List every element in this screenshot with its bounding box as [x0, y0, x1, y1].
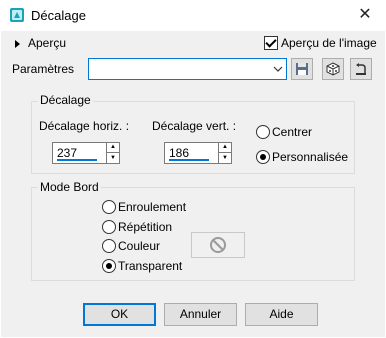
transparent-radio[interactable]: [102, 259, 116, 273]
color-radio[interactable]: [102, 239, 116, 253]
center-radio-label[interactable]: Centrer: [272, 125, 312, 139]
spin-down-icon[interactable]: ▼: [219, 153, 231, 163]
vert-offset-label: Décalage vert. :: [152, 119, 237, 133]
repeat-radio[interactable]: [102, 220, 116, 234]
spin-up-icon[interactable]: ▲: [219, 143, 231, 153]
expand-triangle-icon[interactable]: [15, 40, 20, 48]
offset-group-title: Décalage: [38, 93, 93, 107]
dice-icon: [326, 62, 340, 76]
title-bar[interactable]: Décalage ✕: [0, 0, 386, 31]
custom-radio-label[interactable]: Personnalisée: [272, 150, 348, 164]
save-preset-button[interactable]: [291, 58, 313, 80]
custom-radio[interactable]: [256, 150, 270, 164]
wrap-radio-label[interactable]: Enroulement: [118, 200, 186, 214]
params-combobox[interactable]: [88, 58, 287, 80]
window-title: Décalage: [31, 8, 86, 23]
vert-offset-spinner[interactable]: 186 ▲ ▼: [164, 142, 232, 164]
wrap-radio[interactable]: [102, 200, 116, 214]
ok-button[interactable]: OK: [83, 303, 156, 326]
help-button[interactable]: Aide: [245, 303, 318, 326]
show-image-label[interactable]: Aperçu de l'image: [281, 36, 377, 50]
app-icon: [9, 7, 25, 23]
prohibited-icon: [210, 237, 226, 253]
reset-button[interactable]: [350, 58, 372, 80]
horiz-offset-value[interactable]: 237: [57, 146, 77, 160]
spin-up-icon[interactable]: ▲: [107, 143, 119, 153]
vert-offset-slider-bar[interactable]: [169, 159, 209, 161]
color-swatch[interactable]: [191, 232, 245, 258]
preview-toggle-label[interactable]: Aperçu: [28, 36, 66, 50]
show-image-checkbox[interactable]: [264, 36, 278, 50]
close-icon[interactable]: ✕: [350, 4, 380, 26]
horiz-offset-spinner[interactable]: 237 ▲ ▼: [52, 142, 120, 164]
spin-down-icon[interactable]: ▼: [107, 153, 119, 163]
params-label: Paramètres: [12, 62, 75, 76]
edge-mode-group-title: Mode Bord: [38, 180, 101, 194]
vert-offset-value[interactable]: 186: [169, 146, 189, 160]
repeat-radio-label[interactable]: Répétition: [118, 220, 172, 234]
randomize-button[interactable]: [322, 58, 344, 80]
horiz-offset-label: Décalage horiz. :: [39, 119, 130, 133]
horiz-offset-slider-bar[interactable]: [57, 159, 97, 161]
cancel-button[interactable]: Annuler: [164, 303, 237, 326]
undo-arrow-icon: [356, 63, 366, 75]
color-radio-label[interactable]: Couleur: [118, 239, 160, 253]
save-icon: [296, 63, 308, 75]
chevron-down-icon[interactable]: [270, 59, 286, 79]
center-radio[interactable]: [256, 125, 270, 139]
transparent-radio-label[interactable]: Transparent: [118, 259, 182, 273]
